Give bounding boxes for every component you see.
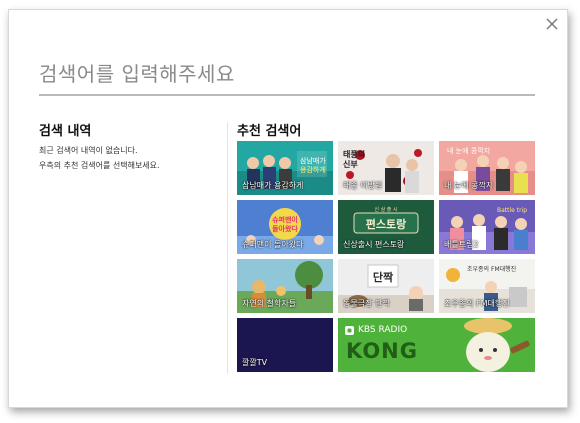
banner-title: KONG bbox=[346, 339, 418, 363]
recommend-tile-label: 깔깔TV bbox=[242, 358, 268, 367]
recommend-tile[interactable]: 자연의 철학자들 bbox=[237, 259, 333, 313]
column-divider bbox=[227, 122, 228, 374]
history-empty-line: 최근 검색어 내역이 없습니다. bbox=[39, 146, 138, 155]
recommend-tile[interactable]: 태풍의 신부 태종 이방원 bbox=[338, 141, 434, 195]
svg-text:Battle trip: Battle trip bbox=[497, 207, 527, 214]
recommend-tile-label: 자연의 철학자들 bbox=[242, 299, 297, 308]
svg-text:단짝: 단짝 bbox=[373, 270, 393, 284]
svg-text:태풍의: 태풍의 bbox=[343, 149, 365, 159]
recommend-tile-label: 조우종의 FM대행진 bbox=[444, 299, 510, 308]
svg-text:삼남매가: 삼남매가 bbox=[300, 156, 326, 165]
recommend-tile[interactable]: 깔깔TV bbox=[237, 318, 333, 372]
search-modal: 검색어를 입력해주세요 검색 내역 최근 검색어 내역이 없습니다. 우측의 추… bbox=[8, 9, 568, 408]
svg-text:신부: 신부 bbox=[343, 159, 358, 169]
recommend-title: 추천 검색어 bbox=[237, 124, 302, 139]
recommend-tile[interactable]: 조우종의 FM대행진 조우종의 FM대행진 bbox=[439, 259, 535, 313]
recommend-tile[interactable]: 삼남매가 용감하게 삼남매가 용감하게 bbox=[237, 141, 333, 195]
recommend-tile[interactable]: 신 상 출 시 편스토랑 신상출시 편스토랑 bbox=[338, 200, 434, 254]
close-icon[interactable] bbox=[545, 16, 559, 30]
svg-text:편스토랑: 편스토랑 bbox=[366, 217, 406, 231]
history-empty-message: 최근 검색어 내역이 없습니다. 우측의 추천 검색어를 선택해보세요. bbox=[39, 143, 160, 173]
recommend-tile-label: 삼남매가 용감하게 bbox=[242, 181, 304, 190]
kbs-radio-kong-banner[interactable]: KBS RADIO KONG bbox=[338, 318, 535, 372]
history-empty-line: 우측의 추천 검색어를 선택해보세요. bbox=[39, 161, 160, 170]
recommend-tile-label: 내 눈에 콩깍지 bbox=[444, 181, 494, 190]
recommend-tile[interactable]: Battle trip 배틀트립2 bbox=[439, 200, 535, 254]
recommend-tile-label: 태종 이방원 bbox=[343, 181, 383, 190]
recommend-tile[interactable]: 슈퍼맨이 돌아왔다 슈퍼맨이 돌아왔다 bbox=[237, 200, 333, 254]
svg-text:조우종의 FM대행진: 조우종의 FM대행진 bbox=[467, 265, 516, 273]
svg-text:돌아왔다: 돌아왔다 bbox=[272, 224, 298, 233]
recommend-tile-label: 신상출시 편스토랑 bbox=[343, 240, 405, 249]
svg-text:신 상 출 시: 신 상 출 시 bbox=[374, 206, 397, 213]
search-underline bbox=[39, 94, 535, 96]
recommend-tile-label: 슈퍼맨이 돌아왔다 bbox=[242, 240, 304, 249]
recommend-tile-label: 동물극장 단짝 bbox=[343, 299, 390, 308]
recommend-tile[interactable]: 내 눈에 콩깍지 내 눈에 콩깍지 bbox=[439, 141, 535, 195]
history-title: 검색 내역 bbox=[39, 124, 92, 139]
svg-text:내 눈에 콩깍지: 내 눈에 콩깍지 bbox=[447, 146, 490, 155]
recommend-tile[interactable]: 단짝 동물극장 단짝 bbox=[338, 259, 434, 313]
svg-text:슈퍼맨이: 슈퍼맨이 bbox=[272, 215, 298, 224]
search-input[interactable]: 검색어를 입력해주세요 bbox=[39, 58, 235, 87]
recommend-tile-label: 배틀트립2 bbox=[444, 240, 479, 249]
svg-text:용감하게: 용감하게 bbox=[300, 165, 326, 174]
banner-brand: KBS RADIO bbox=[358, 325, 408, 335]
